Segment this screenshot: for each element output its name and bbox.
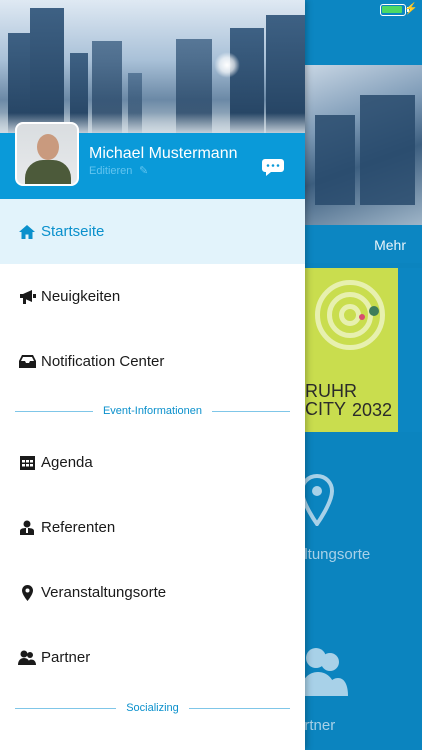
charging-bolt-icon: ⚡ <box>404 3 418 15</box>
pencil-icon[interactable]: ✎ <box>139 164 148 177</box>
menu-item-label: Agenda <box>41 454 93 471</box>
menu-item-neuigkeiten[interactable]: Neuigkeiten <box>0 264 305 329</box>
inbox-tray-icon <box>18 353 36 371</box>
speaker-person-icon <box>18 519 36 537</box>
chat-bubbles-icon[interactable] <box>262 156 288 180</box>
calendar-icon <box>18 454 36 472</box>
section-header-socializing: Socializing <box>15 700 290 716</box>
menu-item-label: Notification Center <box>41 353 165 370</box>
avatar[interactable] <box>15 122 79 186</box>
menu-item-startseite[interactable]: Startseite <box>0 199 305 264</box>
menu-item-label: Startseite <box>41 223 105 240</box>
partner-tile-label[interactable]: artner <box>296 717 422 734</box>
megaphone-icon <box>18 288 36 306</box>
more-link[interactable]: Mehr <box>374 237 406 253</box>
cover-image <box>0 0 305 133</box>
home-icon <box>18 223 36 241</box>
event-poster-image[interactable]: RUHR CITY 2032 <box>305 268 398 432</box>
menu-item-veranstaltungsorte[interactable]: Veranstaltungsorte <box>0 560 305 625</box>
battery-full-icon <box>380 4 406 16</box>
section-header-event: Event-Informationen <box>15 403 290 419</box>
venue-pin-icon <box>300 474 334 526</box>
venue-tile-label[interactable]: altungsorte <box>296 546 422 563</box>
menu-item-label: Referenten <box>41 519 116 536</box>
section-label: Socializing <box>126 702 179 714</box>
poster-year: 2032 <box>352 400 393 420</box>
menu-item-referenten[interactable]: Referenten <box>0 495 305 560</box>
section-label: Event-Informationen <box>102 405 203 417</box>
map-pin-icon <box>18 584 36 602</box>
background-hero-image <box>305 65 422 225</box>
menu-item-label: Partner <box>41 649 91 666</box>
partner-people-icon <box>18 649 36 667</box>
edit-profile-link[interactable]: Editieren <box>89 165 132 177</box>
menu-item-agenda[interactable]: Agenda <box>0 430 305 495</box>
menu-item-notification-center[interactable]: Notification Center <box>0 329 305 394</box>
menu-item-partner[interactable]: Partner <box>0 625 305 690</box>
navigation-drawer: Michael Mustermann Editieren ✎ Startseit… <box>0 0 305 750</box>
menu-item-label: Neuigkeiten <box>41 288 121 305</box>
poster-side-strip <box>398 268 422 432</box>
menu-item-label: Veranstaltungsorte <box>41 584 167 601</box>
user-name: Michael Mustermann <box>89 145 238 162</box>
